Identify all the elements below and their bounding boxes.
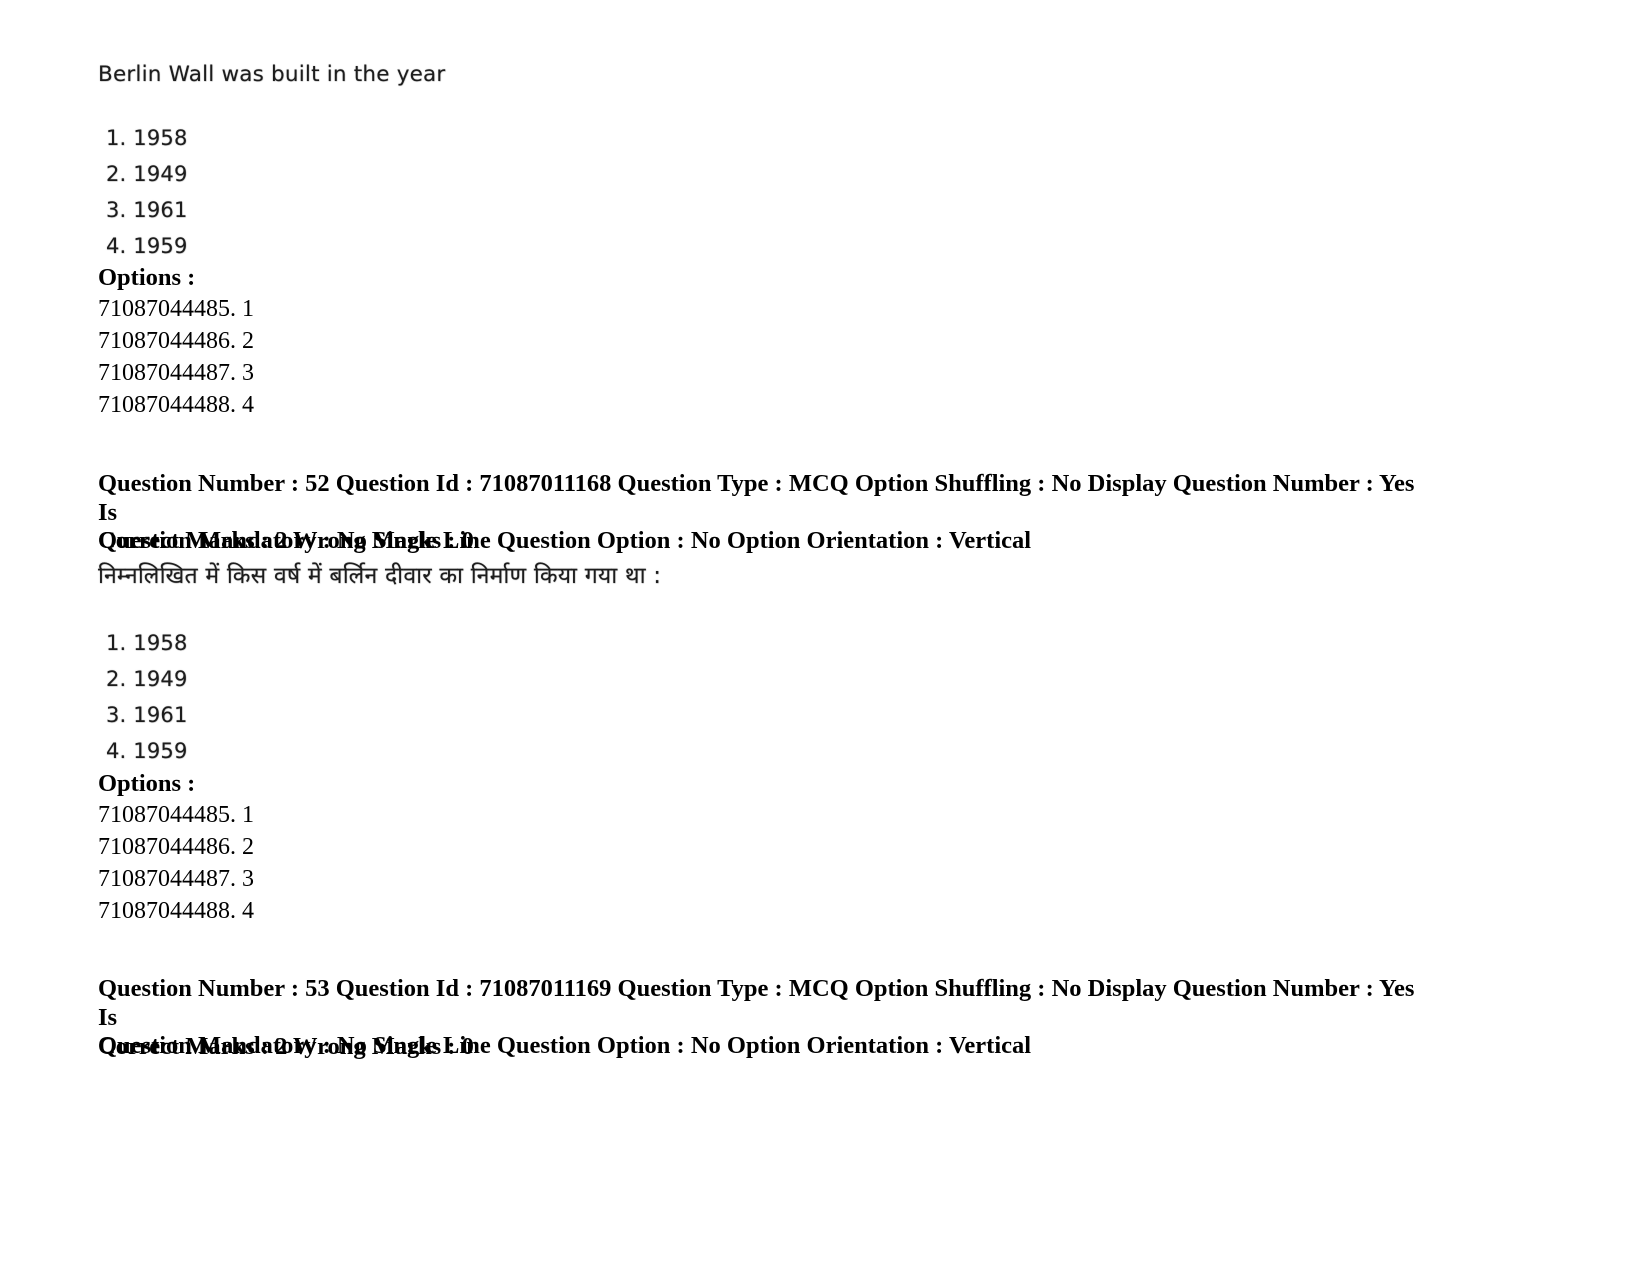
question-51-choice-3: 3. 1961 xyxy=(106,198,188,222)
question-51-option-id-2: 71087044486. 2 xyxy=(98,328,254,354)
question-53-marks-line: Correct Marks : 2 Wrong Marks : 0 xyxy=(98,1033,474,1060)
question-52-stem-block: निम्नलिखित में किस वर्ष में बर्लिन दीवार… xyxy=(98,561,1298,591)
question-51-stem-text: Berlin Wall was built in the year xyxy=(98,62,446,87)
question-52-choice-3: 3. 1961 xyxy=(106,703,188,727)
question-52-meta-line-1: Question Number : 52 Question Id : 71087… xyxy=(98,470,1415,526)
question-52-option-id-1: 71087044485. 1 xyxy=(98,802,254,828)
question-51-option-id-1: 71087044485. 1 xyxy=(98,296,254,322)
question-52-choice-4: 4. 1959 xyxy=(106,739,188,763)
question-51-choice-2: 2. 1949 xyxy=(106,162,188,186)
question-53-marks-block: Correct Marks : 2 Wrong Marks : 0 xyxy=(98,1033,998,1062)
question-52-choice-1: 1. 1958 xyxy=(106,631,188,655)
question-51-choice-4: 4. 1959 xyxy=(106,234,188,258)
question-52-marks-block: Correct Marks : 2 Wrong Marks : 0 xyxy=(98,527,998,556)
question-51-option-id-3: 71087044487. 3 xyxy=(98,360,254,386)
question-52-option-id-3: 71087044487. 3 xyxy=(98,866,254,892)
question-51-choice-1: 1. 1958 xyxy=(106,126,188,150)
question-51-options-label: Options : xyxy=(98,264,196,291)
question-52-option-id-4: 71087044488. 4 xyxy=(98,898,254,924)
question-52-choice-2: 2. 1949 xyxy=(106,667,188,691)
question-51-choice-list: 1. 1958 2. 1949 3. 1961 4. 1959 xyxy=(98,120,798,264)
document-page: Berlin Wall was built in the year 1. 195… xyxy=(0,0,1650,1275)
question-52-options-block: Options : 71087044485. 1 71087044486. 2 … xyxy=(98,769,998,927)
question-51-option-id-4: 71087044488. 4 xyxy=(98,392,254,418)
question-52-marks-line: Correct Marks : 2 Wrong Marks : 0 xyxy=(98,527,474,554)
question-53-meta-line-1: Question Number : 53 Question Id : 71087… xyxy=(98,975,1415,1031)
question-52-choice-list: 1. 1958 2. 1949 3. 1961 4. 1959 xyxy=(98,625,798,769)
question-51-options-block: Options : 71087044485. 1 71087044486. 2 … xyxy=(98,263,998,421)
question-52-option-id-2: 71087044486. 2 xyxy=(98,834,254,860)
question-52-options-label: Options : xyxy=(98,770,196,797)
question-52-stem-text: निम्नलिखित में किस वर्ष में बर्लिन दीवार… xyxy=(98,563,662,589)
question-51-stem-block: Berlin Wall was built in the year xyxy=(98,62,1498,88)
